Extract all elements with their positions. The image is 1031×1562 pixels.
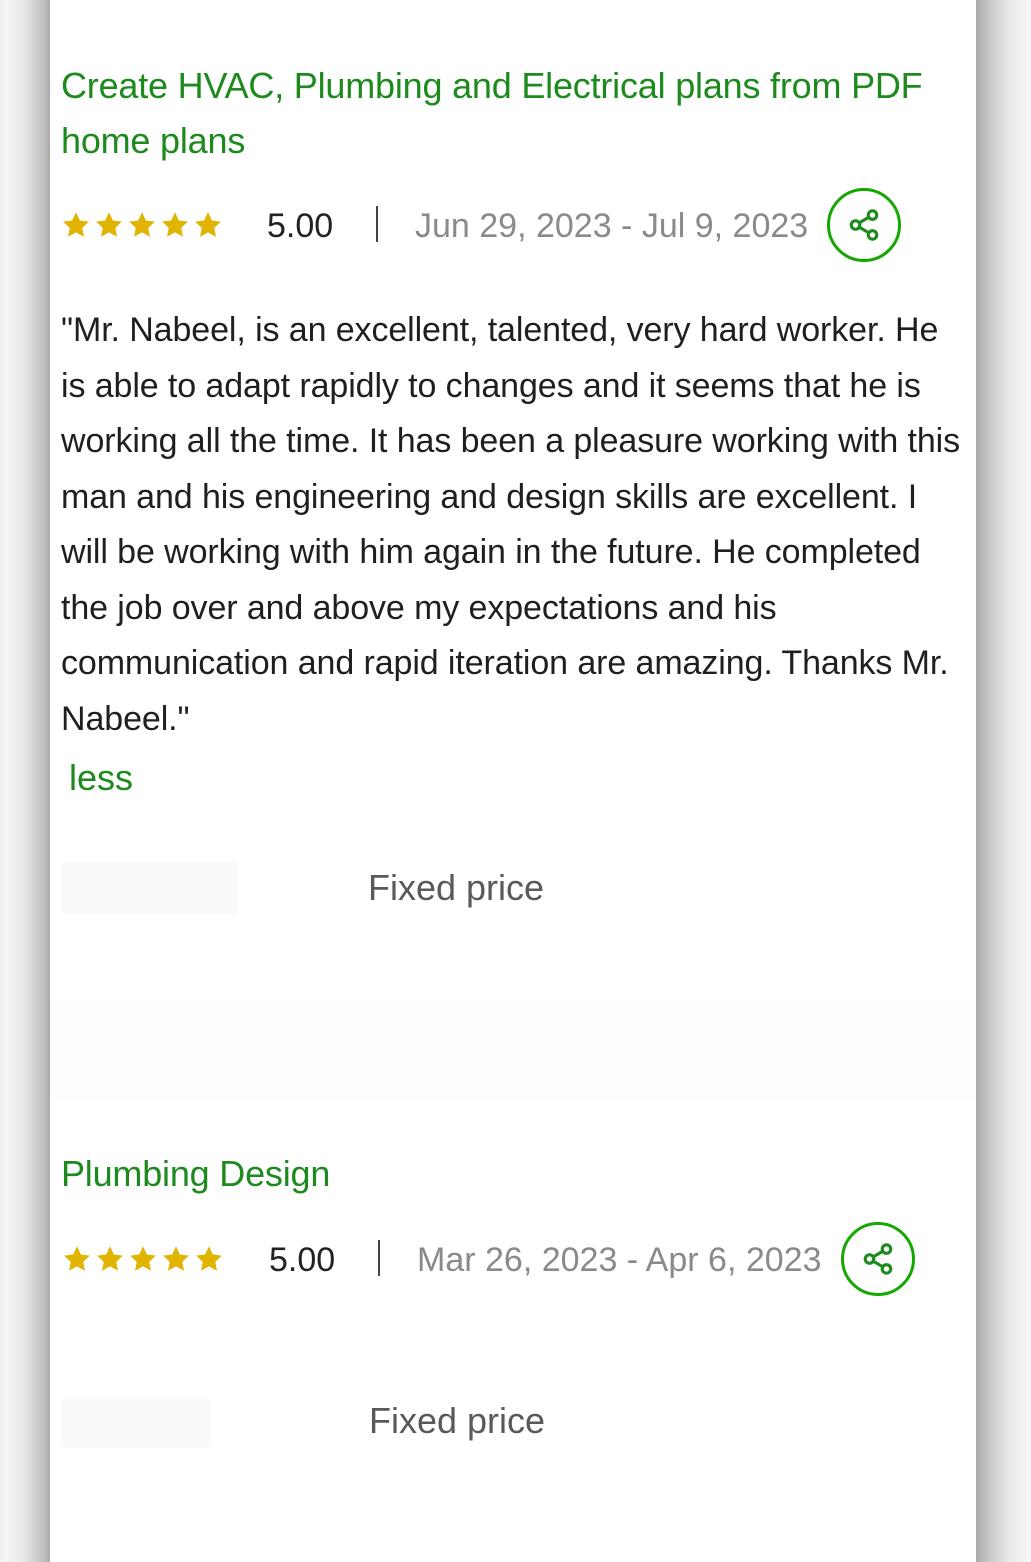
meta-divider (376, 206, 378, 242)
earnings-placeholder (61, 1396, 211, 1448)
star-icon (63, 212, 89, 237)
review-meta: 5.00 Mar 26, 2023 - Apr 6, 2023 (61, 1222, 961, 1302)
star-icon (130, 1246, 156, 1271)
review-card: Create HVAC, Plumbing and Electrical pla… (50, 0, 976, 1000)
star-rating (62, 1244, 224, 1274)
star-icon (96, 212, 122, 237)
review-feedback: "Mr. Nabeel, is an excellent, talented, … (61, 311, 961, 738)
contract-dates: Jun 29, 2023 - Jul 9, 2023 (415, 207, 809, 245)
job-title-text[interactable]: Plumbing Design (61, 1153, 330, 1194)
star-icon (195, 212, 221, 237)
share-button[interactable] (827, 188, 901, 262)
card-separator (50, 1000, 976, 1100)
work-history-panel: Create HVAC, Plumbing and Electrical pla… (50, 0, 976, 1562)
contract-type: Fixed price (369, 1400, 546, 1441)
review-meta: 5.00 Jun 29, 2023 - Jul 9, 2023 (61, 188, 961, 268)
star-icon (129, 212, 155, 237)
star-icon (163, 1246, 189, 1271)
job-title-link[interactable]: Create HVAC, Plumbing and Electrical pla… (61, 58, 941, 168)
share-icon (849, 209, 879, 241)
job-title-text[interactable]: Create HVAC, Plumbing and Electrical pla… (61, 65, 923, 161)
earnings-placeholder (61, 862, 239, 914)
rating-score: 5.00 (269, 1241, 336, 1279)
review-card: Plumbing Design 5.00 Mar 26, 2023 - Apr … (50, 1000, 976, 1562)
less-link[interactable]: less (69, 750, 133, 805)
share-button[interactable] (841, 1222, 915, 1296)
contract-type: Fixed price (368, 867, 545, 908)
star-icon (97, 1246, 123, 1271)
star-icon (64, 1246, 90, 1271)
job-title-link[interactable]: Plumbing Design (61, 1146, 941, 1201)
rating-score: 5.00 (267, 207, 334, 245)
star-rating (61, 210, 223, 240)
star-icon (162, 212, 188, 237)
meta-divider (378, 1240, 380, 1276)
modal-shadow-left (4, 0, 50, 1562)
share-icon (863, 1243, 893, 1275)
modal-shadow-right (976, 0, 1031, 1562)
star-icon (196, 1246, 222, 1271)
contract-dates: Mar 26, 2023 - Apr 6, 2023 (417, 1241, 822, 1279)
